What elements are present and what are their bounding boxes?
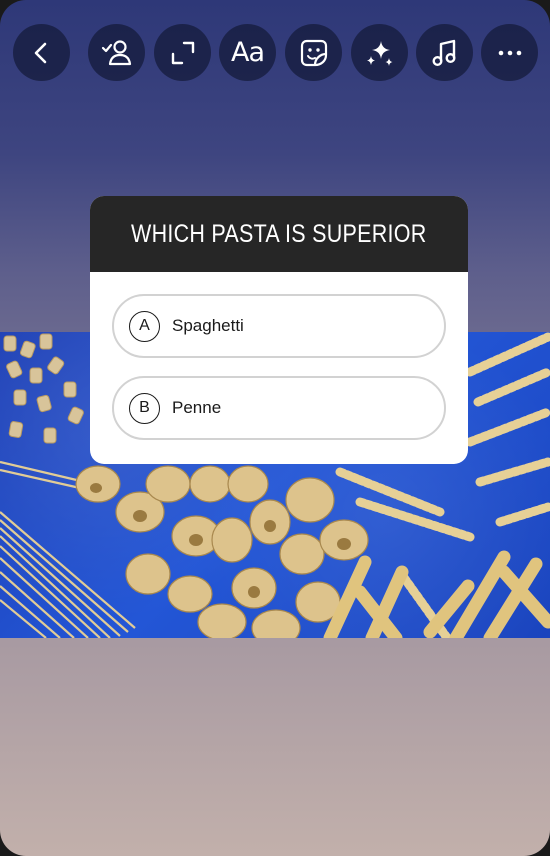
sticker-button[interactable] <box>285 24 342 81</box>
effects-button[interactable] <box>351 24 408 81</box>
option-text: Spaghetti <box>172 316 244 335</box>
expand-icon <box>171 41 194 64</box>
poll-option-b[interactable]: B Penne <box>112 376 446 440</box>
poll-sticker[interactable]: WHICH PASTA IS SUPERIOR A Spaghetti B Pe… <box>90 196 468 464</box>
music-note-icon <box>432 39 455 66</box>
person-check-icon <box>101 39 131 65</box>
story-toolbar: Aa <box>0 24 550 82</box>
poll-options: A Spaghetti B Penne <box>90 272 468 440</box>
sticker-icon <box>300 39 327 66</box>
story-editor-screen: Aa WHICH PASTA IS SUPERIOR A Spaghetti B… <box>0 0 550 856</box>
chevron-left-icon <box>34 42 46 63</box>
back-button[interactable] <box>13 24 70 81</box>
text-tool-button[interactable]: Aa <box>219 24 276 81</box>
more-button[interactable] <box>481 24 538 81</box>
music-button[interactable] <box>416 24 473 81</box>
text-aa-icon: Aa <box>230 37 265 68</box>
poll-header: WHICH PASTA IS SUPERIOR <box>90 196 468 272</box>
more-horizontal-icon <box>498 50 521 55</box>
poll-question[interactable]: WHICH PASTA IS SUPERIOR <box>131 220 426 249</box>
option-letter-badge: B <box>129 392 160 424</box>
mention-button[interactable] <box>88 24 145 81</box>
option-letter-badge: A <box>129 310 160 342</box>
sparkles-icon <box>366 40 392 66</box>
resize-button[interactable] <box>154 24 211 81</box>
option-text: Penne <box>172 398 222 417</box>
poll-option-a[interactable]: A Spaghetti <box>112 294 446 358</box>
